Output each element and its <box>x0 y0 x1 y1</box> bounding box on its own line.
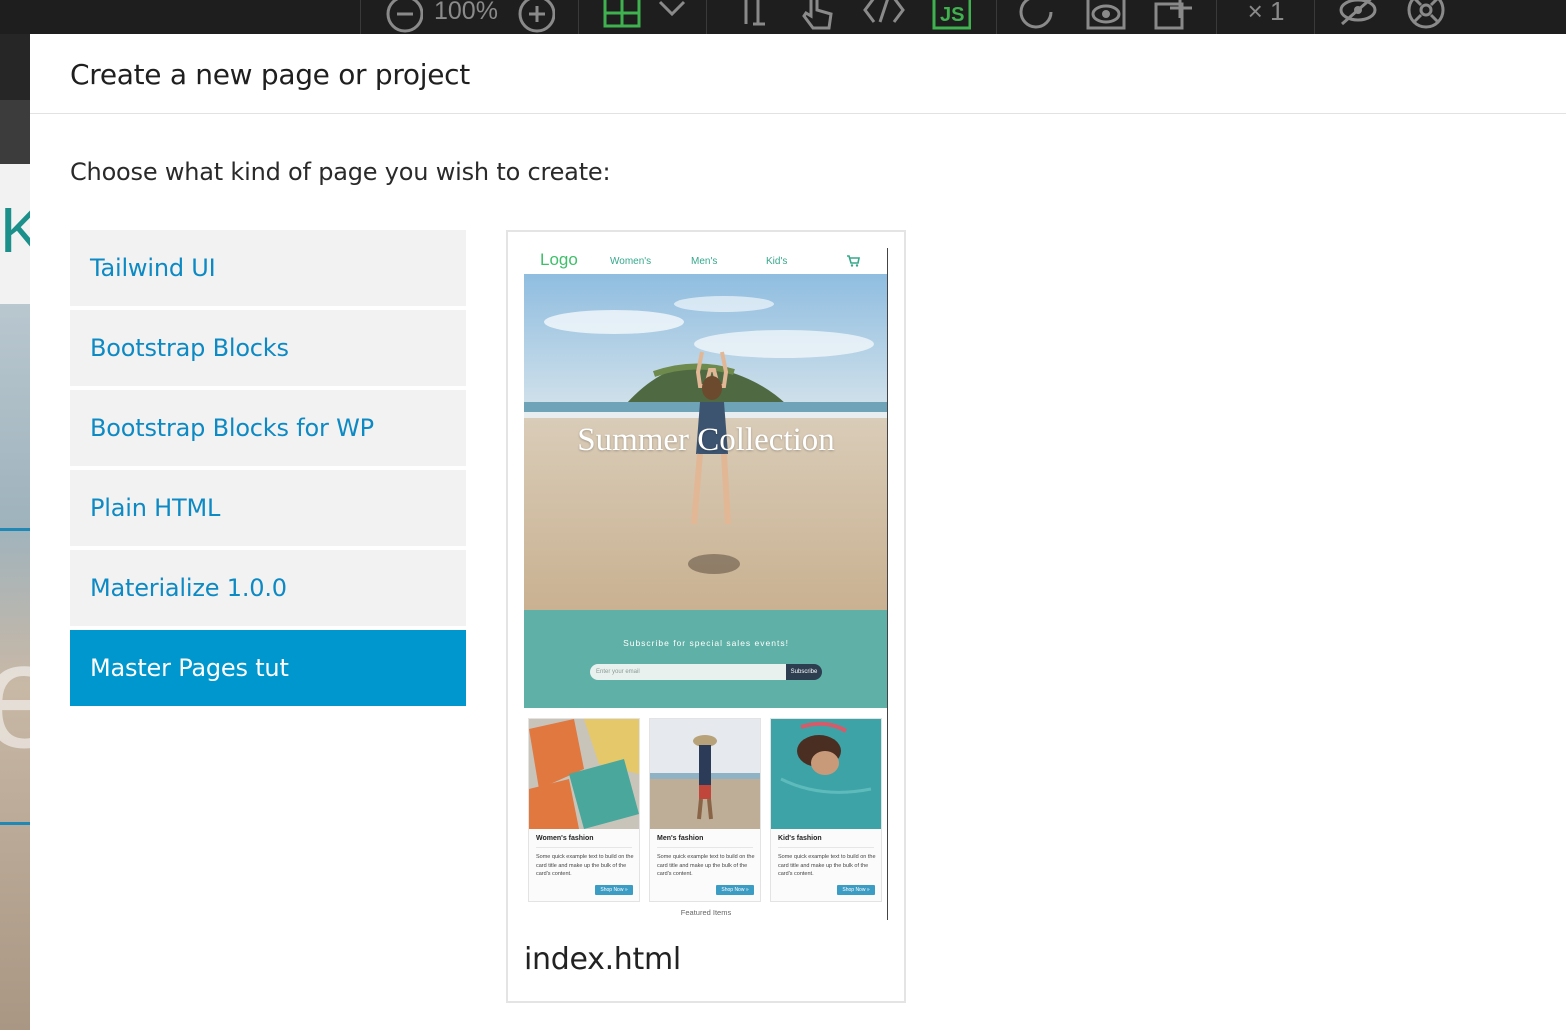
preview-hero-image: Summer Collection <box>524 274 887 610</box>
preview-card-image <box>650 719 760 829</box>
hand-pointer-icon[interactable] <box>794 0 840 34</box>
preview-email-input: Enter your email <box>590 664 786 680</box>
code-icon[interactable] <box>860 0 908 34</box>
dialog-prompt: Choose what kind of page you wish to cre… <box>70 158 611 186</box>
page-type-plain-html[interactable]: Plain HTML <box>70 470 466 546</box>
preview-subscribe-text: Subscribe for special sales events! <box>623 638 789 648</box>
preview-navbar: Logo Women's Men's Kid's <box>524 248 887 274</box>
template-thumbnail: Logo Women's Men's Kid's Summer Collecti… <box>524 248 888 920</box>
preview-card-button: Shop Now » <box>595 885 633 895</box>
cart-icon <box>846 254 860 272</box>
svg-text:JS: JS <box>940 4 964 26</box>
template-card-index[interactable]: Logo Women's Men's Kid's Summer Collecti… <box>506 230 906 1003</box>
dialog-header: Create a new page or project <box>30 34 1566 114</box>
background-selection-line <box>0 822 30 825</box>
zoom-in-icon[interactable] <box>512 0 558 34</box>
preview-hero-title: Summer Collection <box>577 422 835 458</box>
page-type-master-pages-tut[interactable]: Master Pages tut <box>70 630 466 706</box>
preview-nav-link: Men's <box>691 256 718 267</box>
preview-card-title: Women's fashion <box>536 835 594 842</box>
preview-card: Men's fashion Some quick example text to… <box>649 718 761 902</box>
preview-eye-icon[interactable] <box>1082 0 1130 34</box>
device-count[interactable]: × 1 <box>1236 0 1296 28</box>
preview-card-text: Some quick example text to build on the … <box>657 854 755 877</box>
zoom-value: 100% <box>434 0 498 25</box>
preview-card-title: Men's fashion <box>657 835 704 842</box>
background-selection-line <box>0 528 30 531</box>
preview-subscribe-button: Subscribe <box>786 664 822 680</box>
toolbar-separator <box>360 0 361 34</box>
preview-logo: Logo <box>540 250 578 269</box>
preview-card: Women's fashion Some quick example text … <box>528 718 640 902</box>
page-type-bootstrap-blocks-wp[interactable]: Bootstrap Blocks for WP <box>70 390 466 466</box>
zoom-out-icon[interactable] <box>380 0 426 34</box>
hide-eye-icon[interactable] <box>1334 0 1382 34</box>
template-filename: index.html <box>524 942 681 977</box>
preview-card: Kid's fashion Some quick example text to… <box>770 718 882 902</box>
preview-card-divider <box>778 847 874 848</box>
refresh-icon[interactable] <box>1014 0 1060 34</box>
toolbar-separator <box>1314 0 1315 34</box>
preview-card-title: Kid's fashion <box>778 835 822 842</box>
page-type-tailwind-ui[interactable]: Tailwind UI <box>70 230 466 306</box>
target-crosshair-icon[interactable] <box>1402 0 1450 34</box>
toolbar-separator <box>706 0 707 34</box>
toolbar-separator <box>996 0 997 34</box>
dialog-title: Create a new page or project <box>70 58 470 91</box>
preview-card-text: Some quick example text to build on the … <box>536 854 634 877</box>
preview-card-image <box>529 719 639 829</box>
preview-subscribe-section: Subscribe for special sales events! Ente… <box>524 610 887 708</box>
add-page-icon[interactable] <box>1150 0 1198 34</box>
preview-card-divider <box>657 847 753 848</box>
chevron-down-icon[interactable] <box>652 0 692 34</box>
preview-card-divider <box>536 847 632 848</box>
preview-card-row: Women's fashion Some quick example text … <box>528 718 884 902</box>
page-type-bootstrap-blocks[interactable]: Bootstrap Blocks <box>70 310 466 386</box>
preview-nav-link: Women's <box>610 256 652 267</box>
preview-card-text: Some quick example text to build on the … <box>778 854 876 877</box>
javascript-icon[interactable]: JS <box>928 0 974 34</box>
new-page-dialog: Create a new page or project Choose what… <box>30 34 1566 1030</box>
preview-card-image <box>771 719 881 829</box>
layout-grid-icon[interactable] <box>598 0 644 34</box>
text-cursor-icon[interactable] <box>730 0 776 34</box>
page-type-materialize[interactable]: Materialize 1.0.0 <box>70 550 466 626</box>
preview-footer-caption: Featured Items <box>680 908 732 917</box>
page-type-list: Tailwind UI Bootstrap Blocks Bootstrap B… <box>70 230 466 710</box>
toolbar-separator <box>1216 0 1217 34</box>
preview-card-button: Shop Now » <box>837 885 875 895</box>
preview-nav-link: Kid's <box>766 256 788 267</box>
preview-card-button: Shop Now » <box>716 885 754 895</box>
top-toolbar: 100% JS × 1 <box>0 0 1566 34</box>
toolbar-separator <box>578 0 579 34</box>
